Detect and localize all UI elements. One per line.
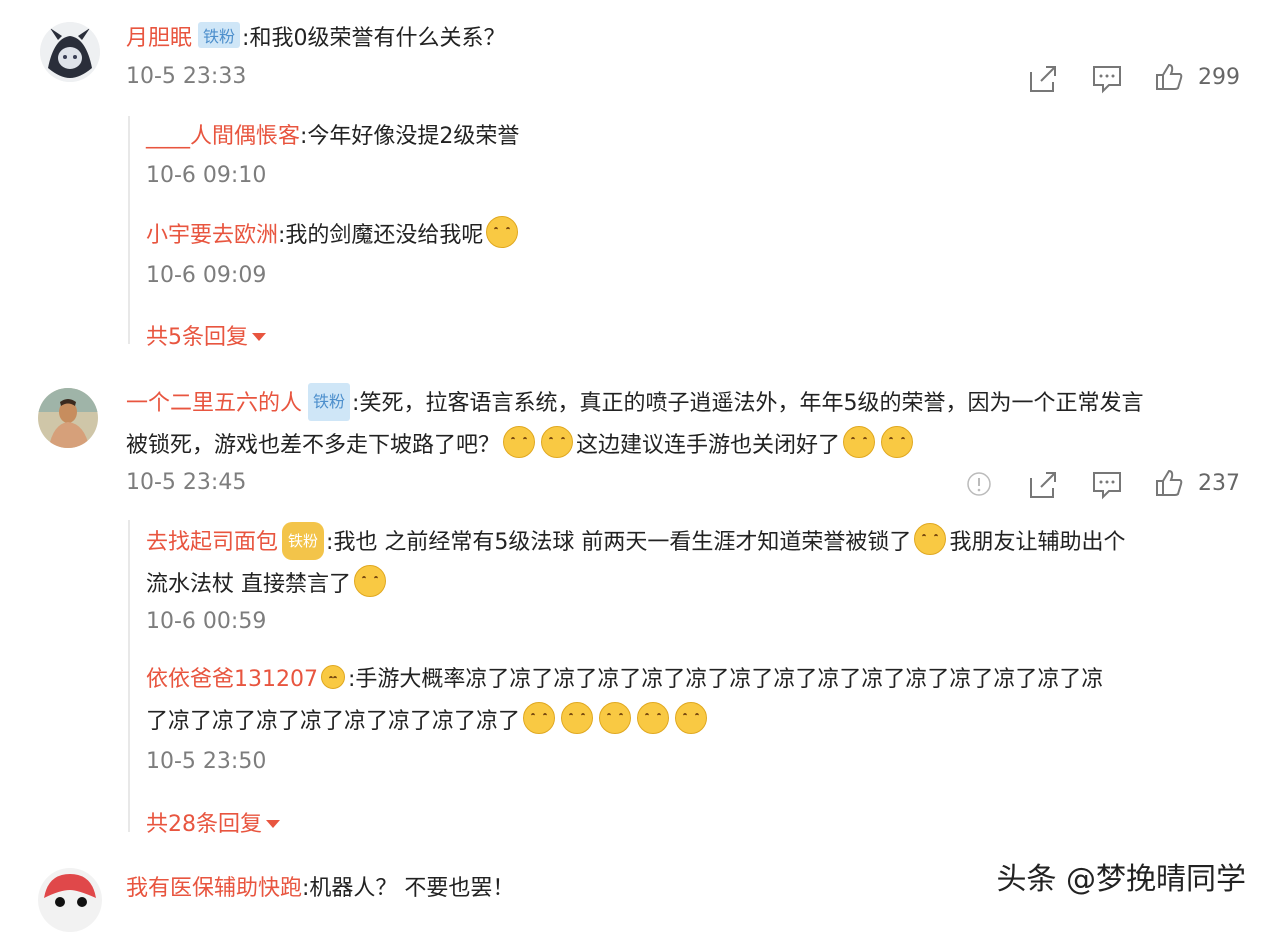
avatar[interactable]: [38, 388, 98, 448]
username[interactable]: 一个二里五六的人: [126, 391, 302, 416]
share-icon: [1030, 66, 1056, 92]
reply-text: :我的剑魔还没给我呢: [278, 223, 484, 248]
reply-username[interactable]: ____人間偶悵客: [146, 124, 300, 149]
reply-time: 10-6 09:10: [146, 163, 267, 188]
crying-emoji-icon: [675, 702, 708, 734]
comment-time: 10-5 23:33: [126, 64, 247, 89]
avatar-image: [38, 388, 98, 448]
reply-item: 去找起司面包 铁粉:我也 之前经常有5级法球 前两天一看生涯才知道荣誉被锁了 我朋友…: [146, 522, 1246, 603]
more-replies-link[interactable]: 共28条回复: [146, 806, 280, 838]
comment-text: :机器人？ 不要也罢！: [302, 876, 515, 901]
comment-text: :笑死，拉客语言系统，真正的喷子逍遥法外，年年5级的荣誉，因为一个正常发言: [352, 391, 1144, 416]
comment-time: 10-5 23:45: [126, 470, 247, 495]
comment-icon: [1093, 66, 1121, 94]
report-button[interactable]: [966, 471, 992, 497]
comment-body: 一个二里五六的人 铁粉:笑死，拉客语言系统，真正的喷子逍遥法外，年年5级的荣誉，因…: [126, 383, 1246, 464]
like-count: 299: [1198, 64, 1240, 90]
caret-down-icon: [252, 333, 266, 341]
comment-header: 月胆眠 铁粉:和我0级荣誉有什么关系？: [126, 20, 505, 57]
report-icon: [967, 472, 991, 496]
like-icon: [1156, 63, 1183, 90]
reply-text: 我朋友让辅助出个: [949, 530, 1126, 555]
reply-thread: [128, 520, 130, 832]
more-replies-label: 共5条回复: [146, 325, 248, 350]
sweat-emoji-icon: [354, 565, 386, 597]
reply-item: ____人間偶悵客:今年好像没提2级荣誉: [146, 118, 519, 155]
like-button[interactable]: 299: [1154, 62, 1240, 92]
surprised-emoji-icon: [914, 523, 947, 555]
share-icon: [1030, 472, 1056, 498]
reply-text: 流水法杖 直接禁言了: [146, 572, 351, 597]
avatar[interactable]: [40, 22, 100, 82]
comment-icon: [1093, 472, 1121, 500]
blush-emoji-icon: [881, 426, 914, 458]
smile-emoji-icon: [503, 426, 536, 458]
reply-username[interactable]: 去找起司面包: [146, 530, 278, 555]
comment-text: 这边建议连手游也关闭好了: [576, 433, 841, 458]
like-button[interactable]: 237: [1154, 468, 1240, 498]
reply-text: 了凉了凉了凉了凉了凉了凉了凉了凉了: [146, 709, 521, 734]
crown-badge-icon: [320, 665, 345, 689]
username[interactable]: 我有医保辅助快跑: [126, 876, 302, 901]
reply-button[interactable]: [1091, 470, 1123, 500]
share-button[interactable]: [1028, 470, 1058, 500]
reply-text: :手游大概率凉了凉了凉了凉了凉了凉了凉了凉了凉了凉了凉了凉了凉了凉了凉: [347, 667, 1104, 692]
more-replies-link[interactable]: 共5条回复: [146, 319, 266, 351]
crying-emoji-icon: [637, 702, 670, 734]
crying-emoji-icon: [523, 702, 556, 734]
avatar-image: [38, 868, 102, 932]
reply-time: 10-6 00:59: [146, 609, 267, 634]
comment-header: 我有医保辅助快跑:机器人？ 不要也罢！: [126, 870, 514, 907]
avatar-image: [40, 22, 100, 82]
comment-text: 被锁死，游戏也差不多走下坡路了吧？: [126, 433, 501, 458]
like-icon: [1156, 469, 1183, 496]
crying-emoji-icon: [561, 702, 594, 734]
comment-text: :和我0级荣誉有什么关系？: [242, 26, 506, 51]
smile-emoji-icon: [541, 426, 574, 458]
like-count: 237: [1198, 470, 1240, 496]
reply-button[interactable]: [1091, 64, 1123, 94]
username[interactable]: 月胆眠: [126, 26, 192, 51]
reply-thread: [128, 116, 130, 344]
reply-time: 10-5 23:50: [146, 749, 267, 774]
reply-username[interactable]: 小宇要去欧洲: [146, 223, 278, 248]
reply-username[interactable]: 依依爸爸131207: [146, 667, 318, 692]
fan-badge: 铁粉: [198, 22, 241, 48]
watermark: 头条 @梦挽晴同学: [996, 862, 1246, 897]
share-button[interactable]: [1028, 64, 1058, 94]
tongue-emoji-icon: [486, 216, 519, 248]
reply-item: 小宇要去欧洲:我的剑魔还没给我呢: [146, 216, 521, 254]
avatar[interactable]: [38, 868, 102, 932]
reply-text: :我也 之前经常有5级法球 前两天一看生涯才知道荣誉被锁了: [326, 530, 912, 555]
crying-emoji-icon: [599, 702, 632, 734]
caret-down-icon: [266, 820, 280, 828]
reply-item: 依依爸爸131207 :手游大概率凉了凉了凉了凉了凉了凉了凉了凉了凉了凉了凉了凉了…: [146, 662, 1246, 740]
more-replies-label: 共28条回复: [146, 812, 262, 837]
fan-badge: 铁粉: [308, 383, 351, 421]
blush-emoji-icon: [843, 426, 876, 458]
reply-time: 10-6 09:09: [146, 263, 267, 288]
reply-text: :今年好像没提2级荣誉: [300, 124, 520, 149]
fan-badge: 铁粉: [282, 522, 325, 560]
